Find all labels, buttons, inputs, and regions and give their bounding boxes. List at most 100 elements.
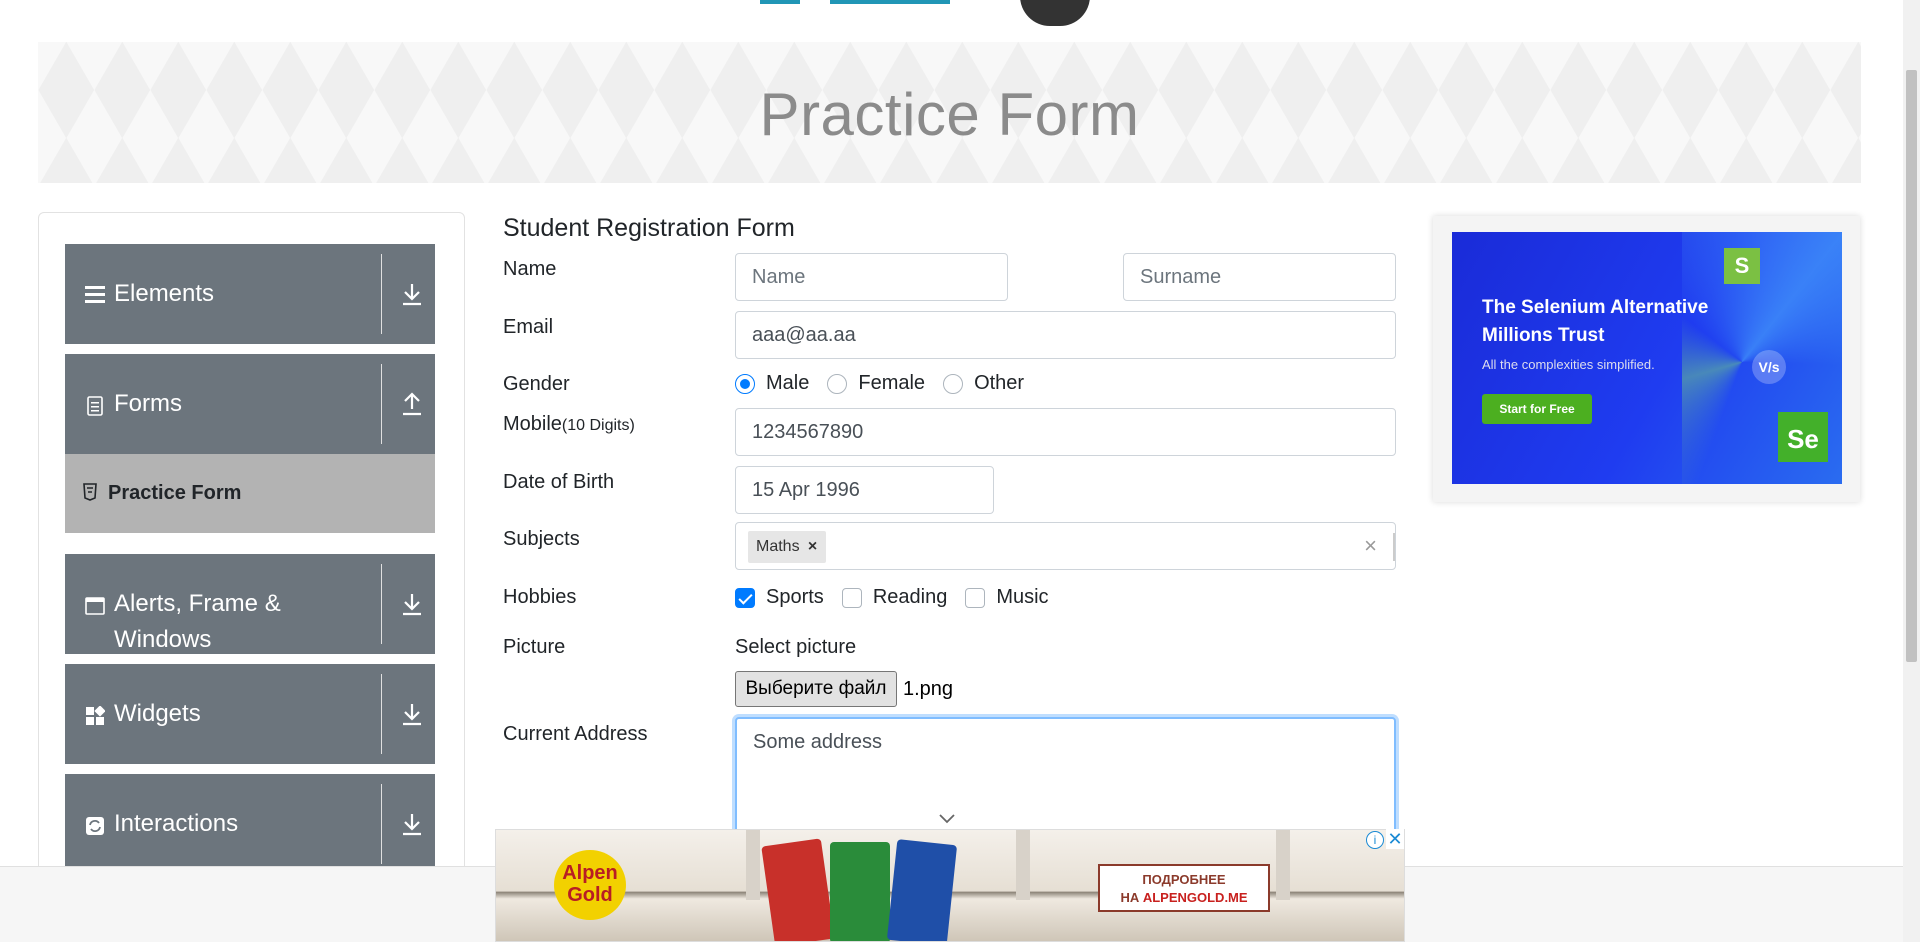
hobby-option-reading[interactable]: Reading [841,586,948,609]
hobbies-label: Hobbies [503,586,577,608]
ad-decoration [1276,830,1290,900]
ad-brand-logo: Alpen Gold [554,850,626,920]
ad-info-icon[interactable]: i [1366,831,1384,849]
selected-file-name: 1.png [903,678,954,700]
date-of-birth-input[interactable]: 15 Apr 1996 [735,466,994,514]
picture-hint: Select picture [735,636,857,658]
email-label: Email [503,316,554,338]
ad-more-site: ALPENGOLD.ME [1142,890,1248,905]
gender-option-other[interactable]: Other [943,372,1024,395]
mobile-hint: (10 Digits) [561,417,635,434]
logo-stroke [760,0,800,4]
mobile-input[interactable]: 1234567890 [735,408,1396,456]
ad-close-icon[interactable]: ✕ [1386,829,1404,849]
sidebar-group-label: Elements [114,280,215,307]
radio-button[interactable] [735,373,755,394]
ad-cta-button[interactable]: Start for Free [1482,394,1592,424]
mobile-label: Mobile(10 Digits) [503,413,635,436]
ad-more-prefix: НА [1120,890,1143,905]
page-scrollbar[interactable] [1903,0,1920,942]
gender-option-female[interactable]: Female [827,372,925,395]
document-icon [87,396,103,416]
sidebar-group-label: Widgets [114,700,201,727]
page-title: Practice Form [759,81,1140,148]
radio-label: Female [858,372,926,394]
selenium-alternative-ad[interactable]: S V/s Se The Selenium Alternative Millio… [1452,232,1842,484]
ad-headline-line1: The Selenium Alternative [1482,297,1709,318]
upload-arrow-icon [403,392,421,416]
subjects-input[interactable]: Maths × × [735,522,1396,570]
last-name-input[interactable]: Surname [1123,253,1396,301]
radio-label: Male [766,372,810,394]
sidebar-item-practice-form[interactable]: Practice Form [65,454,435,533]
logo-stroke [830,0,950,4]
divider [381,254,382,334]
chevron-down-icon[interactable] [938,813,956,825]
ad-badge-vs: V/s [1752,350,1786,384]
alpengold-ad[interactable]: Alpen Gold ПОДРОБНЕЕ НА ALPENGOLD.ME [495,829,1405,942]
ad-decoration [1016,830,1030,900]
ad-brand-line1: Alpen [562,862,618,884]
sidebar-group-label: Forms [114,390,182,417]
download-arrow-icon [403,704,421,726]
email-input[interactable]: aaa@aa.aa [735,311,1396,359]
download-arrow-icon [403,284,421,306]
remove-subject-icon[interactable]: × [800,538,826,556]
hamburger-icon [85,286,105,303]
sidebar-group-forms[interactable]: Forms [65,354,435,454]
page-banner: Practice Form [38,42,1861,183]
product-package [761,838,835,941]
ad-more-line1: ПОДРОБНЕЕ [1142,872,1226,887]
widgets-icon [86,706,105,725]
sidebar-group-label: Alerts, Frame & [114,590,281,617]
checkbox[interactable] [735,587,755,608]
radio-button[interactable] [827,373,848,394]
gender-radio-group: Male Female Other [735,372,1042,395]
site-logo[interactable] [760,0,1160,30]
gender-option-male[interactable]: Male [735,372,809,395]
subjects-separator [1393,533,1395,561]
sidebar-group-alerts[interactable]: Alerts, Frame & Windows [65,554,435,654]
hobbies-checkbox-group: Sports Reading Music [735,586,1067,609]
ad-product-image [761,838,958,941]
ad-badge-selenium: Se [1778,412,1828,462]
divider [381,364,382,444]
name-label: Name [503,258,557,280]
ad-subline: All the complexities simplified. [1482,357,1655,372]
radio-button[interactable] [943,373,964,394]
sidebar-group-widgets[interactable]: Widgets [65,664,435,764]
ad-headline: The Selenium Alternative Millions Trust [1482,294,1708,350]
sidebar-item-label: Practice Form [108,482,242,504]
ad-badge-s: S [1724,248,1760,284]
clear-subjects-icon[interactable]: × [1364,533,1377,559]
first-name-input[interactable]: Name [735,253,1008,301]
gender-label: Gender [503,373,570,395]
divider [381,674,382,754]
ad-decoration [746,830,760,900]
ad-headline-line2: Millions Trust [1482,325,1605,346]
checkbox-label: Reading [872,586,948,608]
sidebar-group-elements[interactable]: Elements [65,244,435,344]
window-icon [85,597,105,615]
choose-file-button[interactable]: Выберите файл [735,671,897,707]
sidebar-group-label: Interactions [114,810,239,837]
checkbox[interactable] [841,587,862,608]
sidebar-group-interactions[interactable]: Interactions [65,774,435,874]
checkbox-label: Music [996,586,1049,608]
product-package [830,842,890,941]
divider [381,564,382,644]
form-title: Student Registration Form [503,214,795,242]
subjects-label: Subjects [503,528,580,550]
sidebar-group-label-line2: Windows [114,626,212,653]
hobby-option-music[interactable]: Music [965,586,1049,609]
subject-chip-label: Maths [756,538,800,555]
checkbox[interactable] [965,587,986,608]
radio-label: Other [974,372,1025,394]
dob-label: Date of Birth [503,471,615,493]
download-arrow-icon [403,594,421,616]
hobby-option-sports[interactable]: Sports [735,586,824,609]
ad-more-button[interactable]: ПОДРОБНЕЕ НА ALPENGOLD.ME [1098,864,1270,912]
sync-icon [86,817,104,835]
scrollbar-thumb[interactable] [1906,70,1917,662]
address-label: Current Address [503,723,648,745]
